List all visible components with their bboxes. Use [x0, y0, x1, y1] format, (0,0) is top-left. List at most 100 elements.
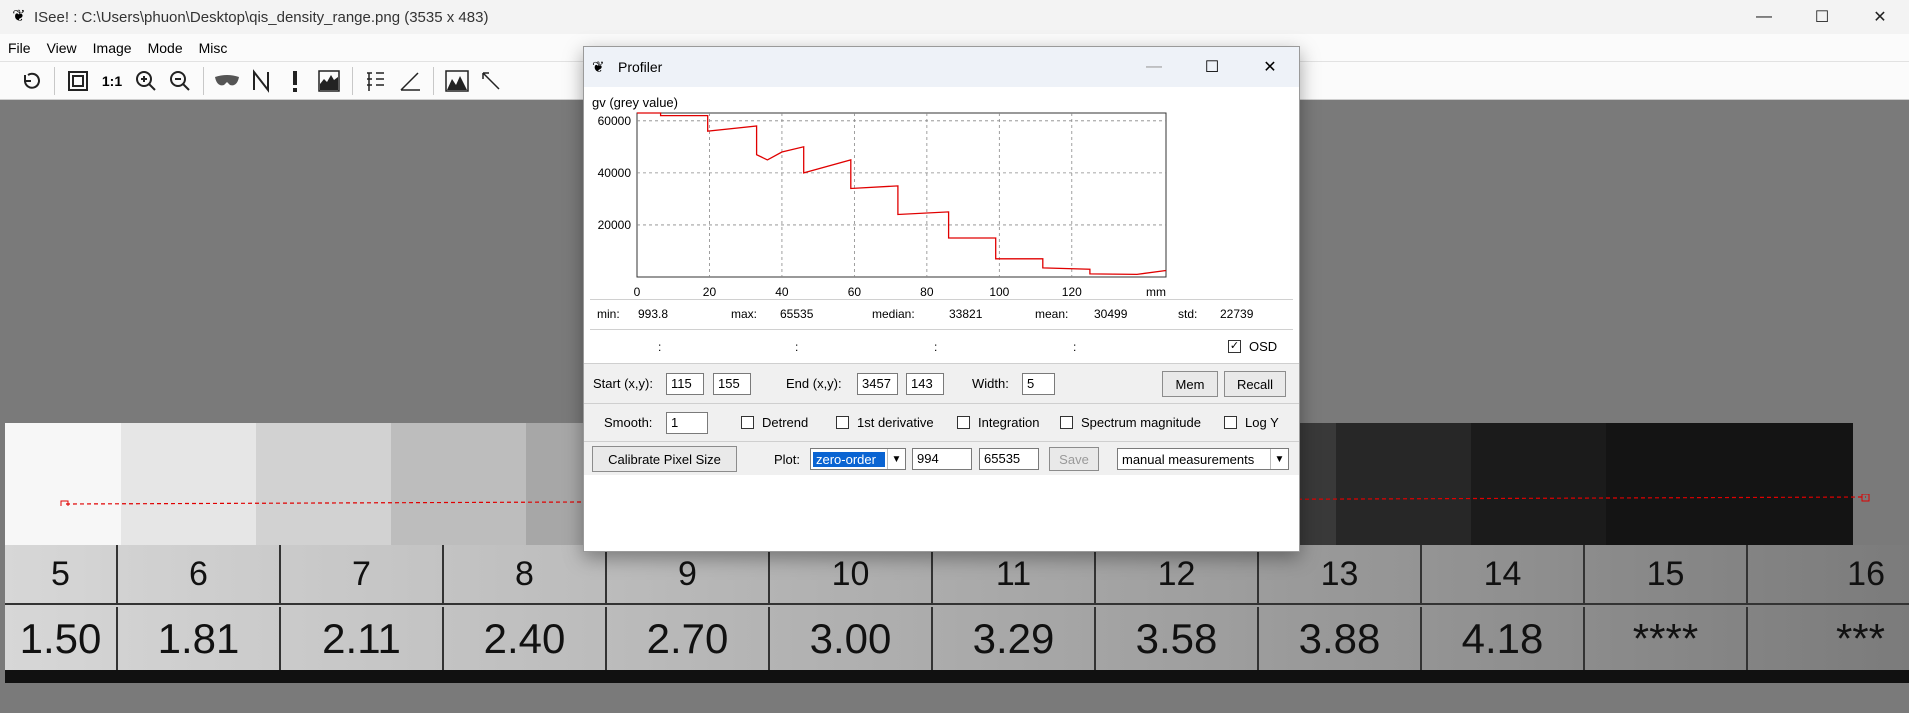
density-value: 3.88 [1259, 607, 1422, 670]
max-value: 65535 [780, 307, 814, 321]
mem-button[interactable]: Mem [1162, 371, 1218, 397]
width-label: Width: [972, 376, 1009, 391]
x-tick-label: 20 [703, 285, 717, 299]
start-x-input[interactable]: 115 [666, 373, 704, 395]
spectrum-magnitude-checkbox[interactable] [1060, 416, 1073, 429]
patch-number: 13 [1259, 545, 1422, 603]
smooth-label: Smooth: [604, 415, 653, 430]
start-y-input[interactable]: 155 [713, 373, 751, 395]
normalize-icon[interactable] [244, 65, 278, 97]
measurement-mode-select[interactable]: manual measurements ▼ [1117, 448, 1289, 470]
end-y-input[interactable]: 143 [906, 373, 944, 395]
x-tick-label: 120 [1062, 285, 1082, 299]
density-value: 4.18 [1422, 607, 1585, 670]
x-tick-label: 80 [920, 285, 934, 299]
profiler-titlebar[interactable]: ❦ Profiler — ☐ ✕ [584, 47, 1299, 87]
patch-number: 15 [1585, 545, 1748, 603]
plot-controls-row: Calibrate Pixel Size Plot: zero-order ▼ … [584, 441, 1299, 475]
x-tick-label: 0 [634, 285, 641, 299]
toolbar-separator [352, 66, 353, 95]
patch-number: 12 [1096, 545, 1259, 603]
plot-max-input[interactable]: 65535 [979, 448, 1039, 470]
options-row: Smooth: 1 Detrend 1st derivative Integra… [584, 403, 1299, 441]
detrend-label: Detrend [762, 415, 809, 430]
mask-icon[interactable] [210, 65, 244, 97]
maximize-button[interactable]: ☐ [1793, 0, 1851, 34]
plot-label: Plot: [774, 452, 801, 467]
patch-number: 10 [770, 545, 933, 603]
close-button[interactable]: ✕ [1851, 0, 1909, 34]
first-derivative-checkbox[interactable] [836, 416, 849, 429]
profiler-window[interactable]: ❦ Profiler — ☐ ✕ gv (grey value) 0 20 40 60… [583, 46, 1300, 552]
profiler-app-icon: ❦ [592, 59, 605, 76]
actual-size-button[interactable]: 1:1 [95, 65, 129, 97]
plot-min-input[interactable]: 994 [912, 448, 972, 470]
y-tick-label: 60000 [598, 114, 632, 128]
density-value: 2.40 [444, 607, 607, 670]
zoom-out-icon[interactable] [163, 65, 197, 97]
profiler-window-controls: — ☐ ✕ [1125, 47, 1299, 87]
profiler-title: Profiler [618, 59, 663, 75]
chevron-down-icon[interactable]: ▼ [887, 449, 905, 469]
measurement-mode-value: manual measurements [1122, 451, 1255, 467]
app-icon: ❦ [12, 8, 26, 25]
toolbar-separator [433, 66, 434, 95]
profiler-maximize-button[interactable]: ☐ [1183, 47, 1241, 87]
fit-to-window-icon[interactable] [61, 65, 95, 97]
menu-misc[interactable]: Misc [191, 40, 236, 56]
patch-number-row: 5 6 7 8 9 10 11 12 13 14 15 16 [5, 545, 1909, 605]
menu-mode[interactable]: Mode [140, 40, 191, 56]
menu-file[interactable]: File [0, 40, 39, 56]
image-stats-icon[interactable] [440, 65, 474, 97]
start-label: Start (x,y): [593, 376, 653, 391]
profiler-close-button[interactable]: ✕ [1241, 47, 1299, 87]
density-value: 2.11 [281, 607, 444, 670]
angle-icon[interactable] [393, 65, 427, 97]
plot-frame [636, 112, 1167, 278]
density-value: **** [1585, 607, 1748, 670]
profiler-body: gv (grey value) 0 20 40 60 80 100 120 mm 20000 40… [584, 87, 1299, 551]
mean-label: mean: [1035, 307, 1069, 321]
log-y-checkbox[interactable] [1224, 416, 1237, 429]
median-label: median: [872, 307, 915, 321]
smooth-input[interactable]: 1 [666, 412, 708, 434]
profile-tool-icon[interactable] [474, 65, 508, 97]
patch-number: 16 [1847, 554, 1885, 593]
recall-button[interactable]: Recall [1224, 371, 1286, 397]
calibrate-pixel-size-button[interactable]: Calibrate Pixel Size [592, 446, 737, 472]
menu-view[interactable]: View [39, 40, 85, 56]
toolbar-separator [203, 66, 204, 95]
profiler-minimize-button[interactable]: — [1125, 47, 1183, 87]
minimize-button[interactable]: — [1735, 0, 1793, 34]
window-controls: — ☐ ✕ [1735, 0, 1909, 34]
max-label: max: [731, 307, 758, 321]
end-x-input[interactable]: 3457 [857, 373, 898, 395]
chevron-down-icon[interactable]: ▼ [1270, 449, 1288, 469]
plot-mode-select[interactable]: zero-order ▼ [810, 448, 906, 470]
end-label: End (x,y): [786, 376, 842, 391]
median-value: 33821 [949, 307, 983, 321]
toolbar-separator [54, 66, 55, 95]
density-value: 2.70 [607, 607, 770, 670]
mean-value: 30499 [1094, 307, 1128, 321]
zoom-in-icon[interactable] [129, 65, 163, 97]
ruler-icon[interactable] [359, 65, 393, 97]
osd-checkbox[interactable]: ✓ [1228, 340, 1241, 353]
min-label: min: [597, 307, 620, 321]
undo-icon[interactable] [14, 65, 48, 97]
menu-image[interactable]: Image [85, 40, 140, 56]
y-tick-label: 40000 [598, 166, 632, 180]
patch-number: 5 [5, 545, 118, 603]
width-input[interactable]: 5 [1022, 373, 1055, 395]
integration-checkbox[interactable] [957, 416, 970, 429]
main-titlebar: ❦ ISee! : C:\Users\phuon\Desktop\qis_den… [0, 0, 1909, 34]
measurement-colon: : [934, 340, 938, 354]
log-y-label: Log Y [1245, 415, 1279, 430]
std-value: 22739 [1220, 307, 1254, 321]
histogram-icon[interactable] [312, 65, 346, 97]
density-value: 3.58 [1096, 607, 1259, 670]
exclamation-icon[interactable] [278, 65, 312, 97]
detrend-checkbox[interactable] [741, 416, 754, 429]
save-button[interactable]: Save [1049, 447, 1099, 471]
x-tick-label: 100 [989, 285, 1009, 299]
